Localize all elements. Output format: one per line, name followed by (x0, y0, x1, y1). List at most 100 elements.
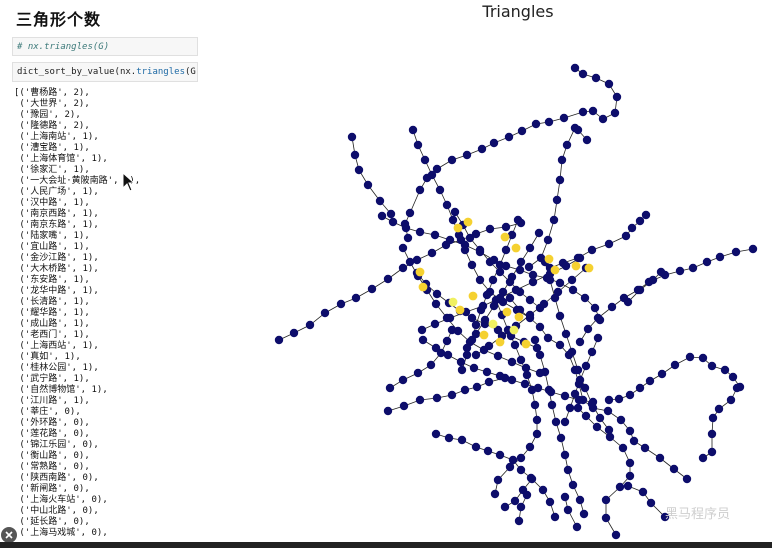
graph-node (544, 117, 554, 127)
output-line: ('衡山路', 0), (14, 451, 90, 461)
output-line: ('莘庄', 0), (14, 407, 81, 417)
graph-node (511, 285, 521, 295)
graph-node (731, 247, 741, 257)
graph-node (560, 492, 570, 502)
graph-node (363, 180, 373, 190)
graph-node (670, 360, 680, 370)
graph-node-triangle (488, 319, 498, 329)
graph-node (669, 464, 679, 474)
graph-node (614, 394, 624, 404)
output-line: ('桂林公园', 1), (14, 363, 99, 373)
graph-node (515, 265, 525, 275)
output-line: ('陆家嘴', 1), (14, 231, 90, 241)
graph-node (648, 275, 658, 285)
graph-node (543, 235, 553, 245)
graph-node (728, 372, 738, 382)
graph-node (514, 516, 524, 526)
graph-node (627, 223, 637, 233)
output-line: ('上海西站', 1), (14, 341, 99, 351)
graph-node-triangle (521, 339, 531, 349)
graph-node (530, 400, 540, 410)
graph-node (398, 243, 408, 253)
graph-node (443, 350, 453, 360)
code-comment: # nx.triangles(G) (17, 42, 110, 52)
code-cell-comment[interactable]: # nx.triangles(G) (12, 37, 198, 56)
graph-node (483, 446, 493, 456)
window-bottom-bar (0, 542, 772, 548)
graph-node (550, 293, 560, 303)
graph-node (623, 297, 633, 307)
graph-node (698, 353, 708, 363)
graph-node (415, 227, 425, 237)
graph-node (552, 195, 562, 205)
graph-node (457, 365, 467, 375)
graph-node (532, 343, 542, 353)
graph-node (471, 329, 481, 339)
graph-node (580, 293, 590, 303)
graph-node (675, 266, 685, 276)
graph-node (377, 211, 387, 221)
network-graph (274, 63, 758, 540)
graph-node (534, 228, 544, 238)
output-line: ('上海南站', 1), (14, 132, 99, 142)
graph-node (688, 263, 698, 273)
graph-node (593, 333, 603, 343)
graph-node (707, 429, 717, 439)
graph-node (467, 260, 477, 270)
graph-node (413, 368, 423, 378)
graph-node (555, 340, 565, 350)
graph-node (601, 513, 611, 523)
graph-node (460, 245, 470, 255)
cell-output: [('曹杨路', 2), ('大世界', 2), ('豫园', 2), ('隆德… (14, 88, 200, 539)
graph-node (625, 471, 635, 481)
graph-node (426, 360, 436, 370)
graph-node (532, 415, 542, 425)
graph-node-triangle (511, 243, 521, 253)
output-line: ('人民广场', 1), (14, 187, 99, 197)
graph-node (616, 415, 626, 425)
graph-node-triangle (544, 254, 554, 264)
graph-node (533, 383, 543, 393)
graph-node (489, 138, 499, 148)
graph-node (612, 92, 622, 102)
graph-node (551, 417, 561, 427)
graph-node (427, 170, 437, 180)
graph-node (570, 63, 580, 73)
graph-node (640, 443, 650, 453)
output-line: ('成山路', 1), (14, 319, 90, 329)
graph-node (539, 299, 549, 309)
graph-node (583, 324, 593, 334)
graph-node (525, 295, 535, 305)
graph-node (615, 482, 625, 492)
graph-node (525, 442, 535, 452)
code-cell-sort[interactable]: dict_sort_by_value(nx.triangles(G)) (12, 62, 198, 82)
graph-node (610, 108, 620, 118)
graph-node (417, 325, 427, 335)
graph-node (495, 293, 505, 303)
graph-node (748, 244, 758, 254)
output-line: ('南京东路', 1), (14, 220, 99, 230)
output-line: ('豫园', 2), (14, 110, 81, 120)
graph-node (489, 301, 499, 311)
graph-node (635, 285, 645, 295)
graph-node-triangle (418, 282, 428, 292)
graph-node (493, 351, 503, 361)
graph-node (575, 253, 585, 263)
graph-node (545, 275, 555, 285)
graph-node (460, 385, 470, 395)
graph-node (485, 224, 495, 234)
graph-node (559, 113, 569, 123)
graph-node (707, 361, 717, 371)
graph-node (448, 215, 458, 225)
graph-node-triangle (514, 312, 524, 322)
graph-node (535, 368, 545, 378)
graph-node (587, 347, 597, 357)
graph-node (657, 369, 667, 379)
plot-title: Triangles (482, 2, 554, 21)
graph-node (538, 485, 548, 495)
graph-node (383, 274, 393, 284)
graph-node (525, 243, 535, 253)
graph-node (351, 293, 361, 303)
graph-node-triangle (509, 325, 519, 335)
graph-node (431, 343, 441, 353)
